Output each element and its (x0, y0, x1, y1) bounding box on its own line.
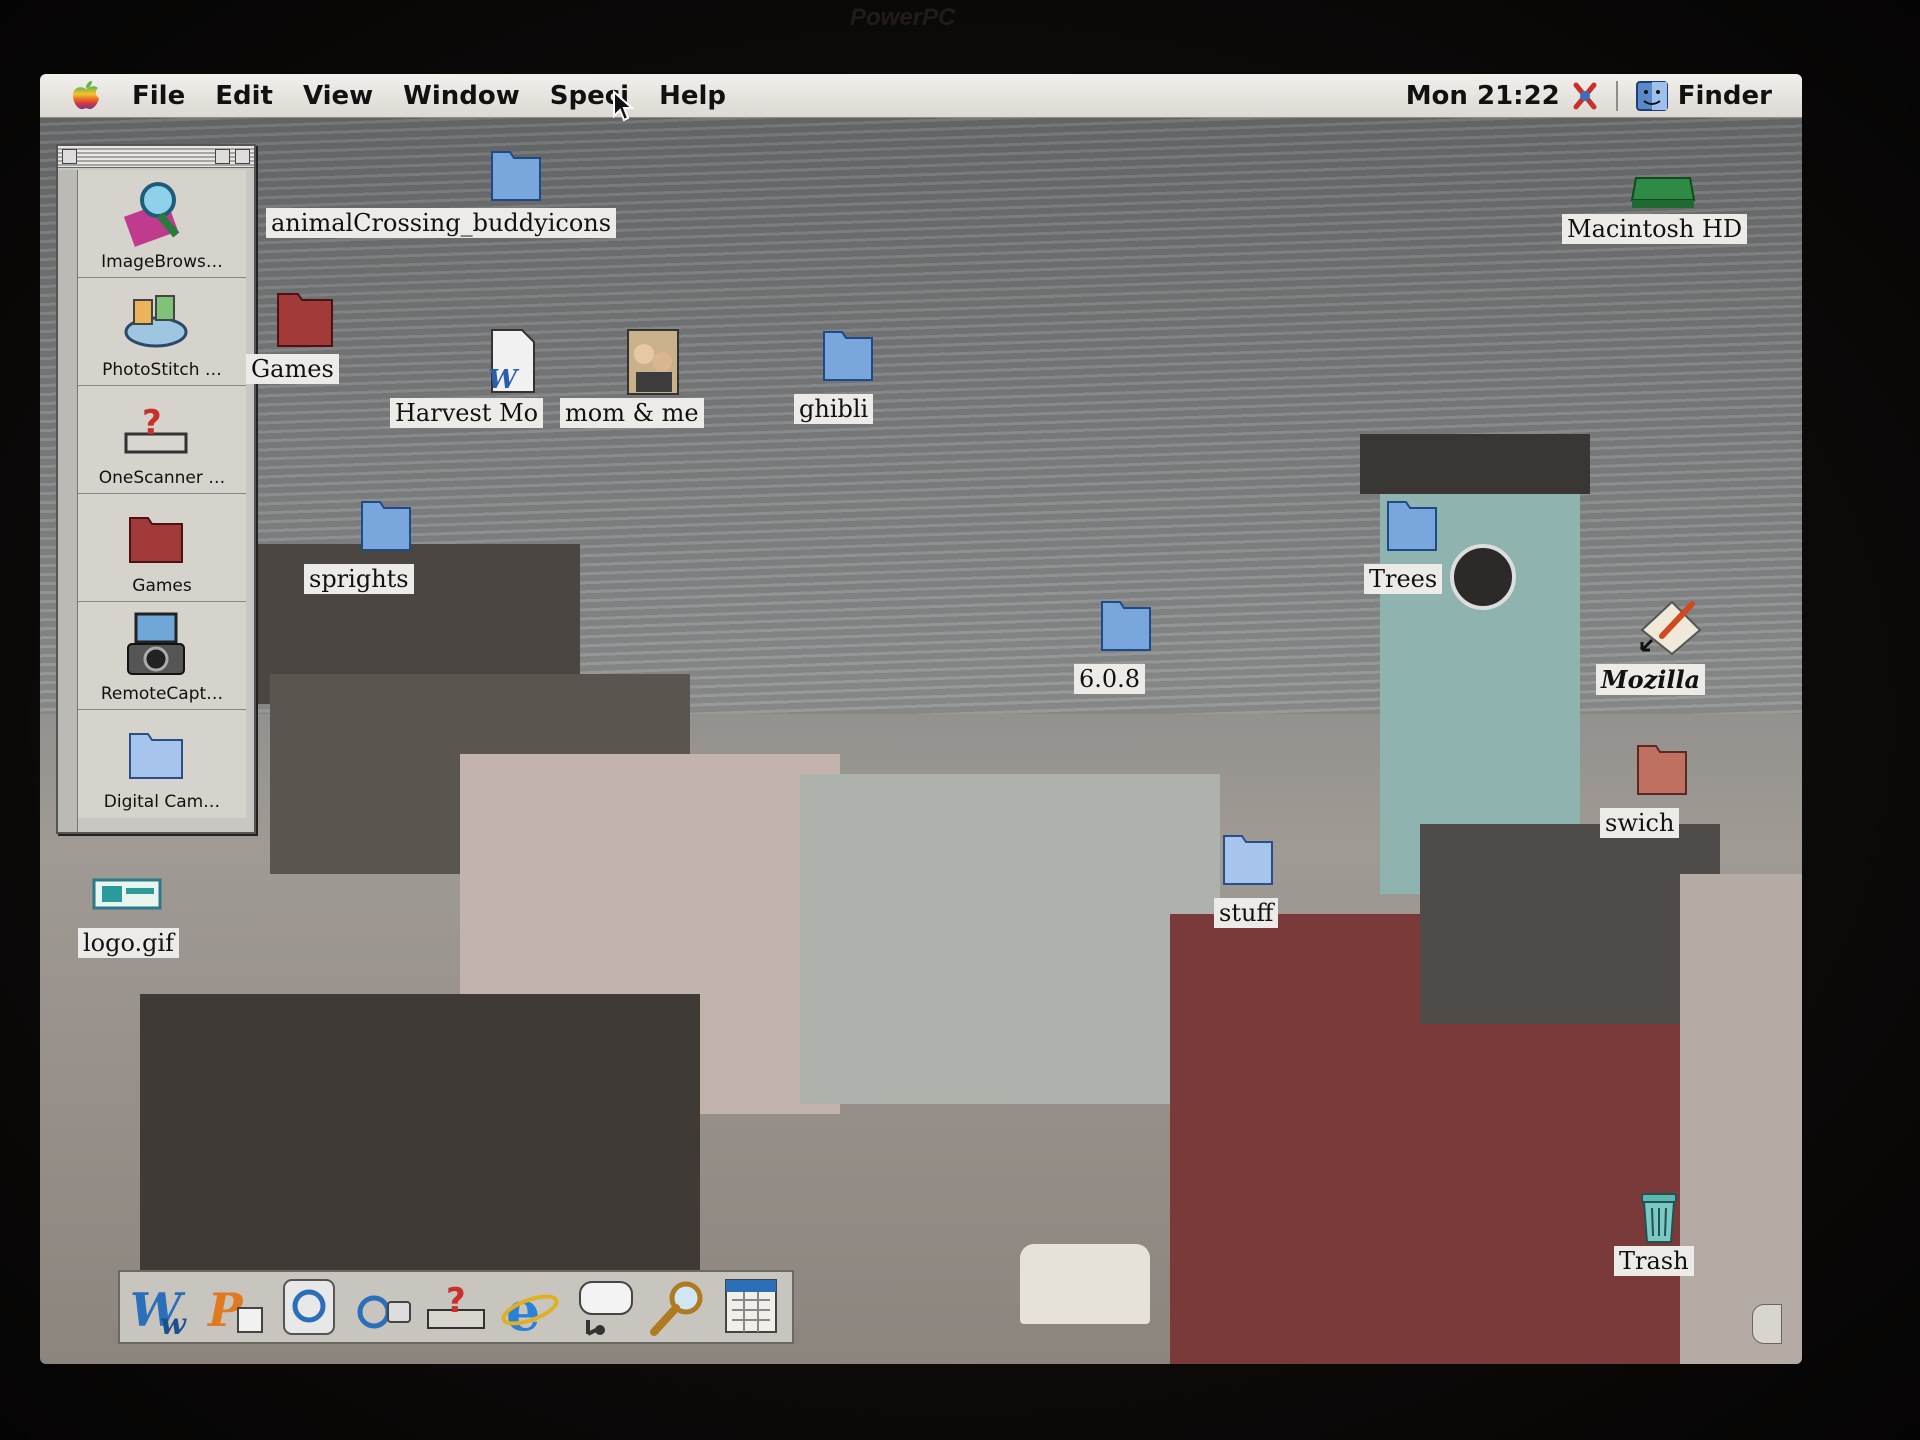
internet-explorer-icon[interactable]: e (496, 1274, 566, 1340)
mozilla-alias-icon (1640, 600, 1702, 656)
wallpaper-van (1020, 1244, 1150, 1324)
desktop-icon-label: Trees (1364, 564, 1443, 594)
launcher-item-remotecapture[interactable]: RemoteCapt… (78, 602, 246, 710)
remote-capture-icon (127, 612, 185, 675)
desktop-icon-label: animalCrossing_buddyicons (266, 208, 617, 238)
desktop-icon-label: Macintosh HD (1562, 214, 1748, 244)
desktop-icon-label: stuff (1214, 898, 1279, 928)
menubar-separator (1615, 81, 1618, 111)
menu-window[interactable]: Window (403, 81, 520, 111)
photo-thumbnail-icon (627, 329, 679, 395)
apple-icon[interactable] (66, 80, 106, 112)
wallpaper-roof (140, 994, 700, 1284)
folder-icon (823, 331, 873, 381)
launcher-item-digitalcam[interactable]: Digital Cam… (78, 710, 246, 818)
photostitch-icon (124, 295, 188, 348)
launcher-item-label: Games (132, 576, 192, 596)
word-document-icon: W (488, 329, 535, 394)
monitor-brand: PowerPC (850, 4, 956, 31)
launcher-category-tab[interactable] (58, 170, 78, 832)
launcher-item-games[interactable]: Games (78, 494, 246, 602)
folder-icon (1637, 745, 1687, 795)
launcher-item-photostitch[interactable]: PhotoStitch … (78, 278, 246, 386)
desktop-icon-label: Trash (1614, 1246, 1694, 1276)
games-folder-icon (277, 293, 333, 347)
folder-icon (1101, 601, 1151, 651)
wallpaper-wall (1680, 874, 1802, 1364)
launcher-item-label: PhotoStitch … (102, 360, 222, 380)
active-app-name[interactable]: Finder (1678, 81, 1772, 111)
menu-view[interactable]: View (303, 81, 373, 111)
sherlock-icon[interactable] (644, 1274, 714, 1340)
wallpaper-tower-roof (1360, 434, 1590, 494)
menu-help[interactable]: Help (659, 81, 726, 111)
launcher-close-box[interactable] (62, 149, 77, 164)
gif-image-icon (92, 878, 162, 910)
folder-icon (361, 501, 411, 551)
menubar-clock[interactable]: Mon 21:22 (1406, 81, 1560, 111)
control-strip: W w P ? e (118, 1270, 794, 1344)
image-browser-icon (123, 182, 180, 247)
speech-icon[interactable] (570, 1274, 640, 1340)
trash-icon (1641, 1193, 1677, 1243)
desktop-icon-label: mom & me (560, 398, 704, 428)
launcher-item-imagebrowser[interactable]: ImageBrows… (78, 170, 246, 278)
desktop-icon-label: logo.gif (78, 928, 180, 958)
launcher-item-onescanner[interactable]: ? OneScanner … (78, 386, 246, 494)
desktop-screen: File Edit View Window Speci Help Mon 21:… (40, 74, 1802, 1364)
sync-alert-icon[interactable] (1572, 81, 1598, 111)
word-icon[interactable]: W w (126, 1274, 196, 1340)
launcher-palette: ImageBrows… PhotoStitch … ? OneScanner …… (56, 144, 256, 834)
games-folder-icon (129, 517, 183, 563)
onescanner-icon: ? (124, 403, 188, 454)
svg-text:?: ? (446, 1281, 466, 1321)
launcher-title-bar[interactable] (58, 146, 254, 168)
finder-icon[interactable] (1635, 81, 1668, 111)
folder-icon (129, 733, 183, 779)
launcher-item-label: Digital Cam… (103, 792, 221, 812)
menu-file[interactable]: File (132, 81, 185, 111)
folder-icon (1387, 501, 1437, 551)
launcher-item-list: ImageBrows… PhotoStitch … ? OneScanner …… (78, 170, 246, 818)
folder-icon (1223, 835, 1273, 885)
menubar-right: Mon 21:22 Finder (1406, 74, 1772, 118)
launcher-zoom-box[interactable] (215, 149, 230, 164)
desktop-icon-label: Mozilla (1596, 664, 1706, 695)
mouse-cursor-icon (613, 90, 634, 122)
desktop-icon-label: 6.0.8 (1074, 664, 1146, 694)
powerpoint-icon[interactable]: P (200, 1274, 270, 1340)
launcher-item-label: OneScanner … (98, 468, 226, 488)
menu-bar: File Edit View Window Speci Help Mon 21:… (40, 74, 1802, 118)
desktop-icon-label: ghibli (794, 394, 874, 424)
launcher-collapse-box[interactable] (235, 149, 250, 164)
calendar-icon[interactable] (718, 1274, 788, 1340)
camera-icon[interactable] (348, 1274, 418, 1340)
monitor-bezel: PowerPC File Edit View Window Speci Help… (0, 0, 1920, 1440)
svg-text:W: W (488, 365, 520, 394)
desktop-icon-label: Games (246, 354, 339, 384)
wallpaper-clock-face (1450, 544, 1516, 610)
hard-disk-icon (1630, 177, 1696, 208)
wallpaper-wall (800, 774, 1220, 1104)
menu-edit[interactable]: Edit (215, 81, 273, 111)
quicktime-icon[interactable] (274, 1274, 344, 1340)
svg-text:w: w (160, 1307, 187, 1340)
launcher-item-label: RemoteCapt… (100, 684, 224, 704)
help-icon[interactable]: ? (422, 1274, 492, 1340)
desktop-icon-label: Harvest Mo (390, 398, 544, 428)
folder-icon (491, 151, 541, 201)
desktop-icon-label: swich (1600, 808, 1680, 838)
control-strip-tab[interactable] (1752, 1304, 1782, 1344)
launcher-item-label: ImageBrows… (101, 252, 223, 272)
svg-text:?: ? (142, 403, 162, 443)
desktop-icon-label: sprights (304, 564, 414, 594)
wallpaper-roof (1420, 824, 1720, 1024)
